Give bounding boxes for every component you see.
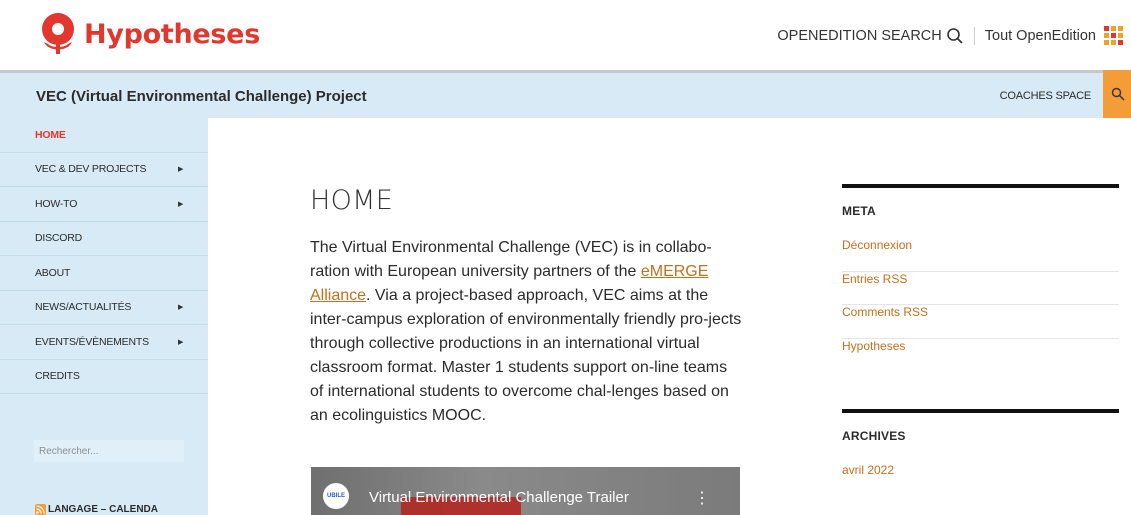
archives-widget: ARCHIVES avril 2022 [842, 409, 1119, 497]
submenu-arrow-icon: ▶ [178, 304, 184, 312]
meta-widget: META Déconnexion Entries RSS Comments RS… [842, 184, 1119, 372]
search-icon [1111, 87, 1125, 101]
comments-rss-link[interactable]: Comments RSS [842, 305, 1119, 339]
entries-rss-link[interactable]: Entries RSS [842, 272, 1119, 305]
sidebar-item-label: DISCORD [35, 232, 83, 245]
top-bar: Hypotheses OPENEDITION SEARCH Tout OpenE… [0, 0, 1131, 70]
main-content: HOME The Virtual Environmental Challenge… [310, 185, 750, 428]
submenu-arrow-icon: ▶ [178, 338, 184, 346]
video-embed[interactable]: UBILE Virtual Environmental Challenge Tr… [311, 467, 740, 515]
hypotheses-logo[interactable]: Hypotheses [38, 12, 260, 56]
logo-wordmark: Hypotheses [84, 18, 260, 50]
sidebar-item-news[interactable]: NEWS/ACTUALITÉS ▶ [0, 291, 208, 325]
sidebar-item-credits[interactable]: CREDITS [0, 360, 208, 394]
rss-icon [35, 504, 46, 515]
sidebar-search-input[interactable]: Rechercher... [34, 440, 184, 462]
tout-openedition-menu[interactable]: Tout OpenEdition [975, 26, 1123, 45]
logout-link[interactable]: Déconnexion [842, 238, 1119, 272]
openedition-search-link[interactable]: OPENEDITION SEARCH [777, 26, 975, 45]
widget-divider [842, 184, 1119, 188]
sidebar-item-label: EVENTS/ÉVÈNEMENTS [35, 335, 149, 348]
sidebar-item-how-to[interactable]: HOW-TO ▶ [0, 187, 208, 222]
sidebar-item-label: CREDITS [35, 370, 80, 383]
sidebar-item-label: VEC & DEV PROJECTS [35, 163, 147, 176]
meta-heading: META [842, 204, 876, 218]
submenu-arrow-icon: ▶ [178, 166, 184, 174]
sidebar-item-label: HOW-TO [35, 197, 78, 210]
archive-month-link[interactable]: avril 2022 [842, 463, 1119, 497]
calenda-feed-link[interactable]: LANGAGE – CALENDA [35, 504, 158, 515]
sidebar-item-label: ABOUT [35, 266, 71, 279]
site-title[interactable]: VEC (Virtual Environmental Challenge) Pr… [36, 88, 367, 105]
more-options-icon[interactable]: ⋮ [694, 488, 710, 508]
intro-paragraph: The Virtual Environmental Challenge (VEC… [310, 236, 742, 428]
archives-heading: ARCHIVES [842, 429, 906, 443]
hypotheses-link[interactable]: Hypotheses [842, 339, 1119, 373]
sidebar: HOME VEC & DEV PROJECTS ▶ HOW-TO ▶ DISCORD… [0, 118, 208, 515]
submenu-arrow-icon: ▶ [178, 200, 184, 208]
sidebar-item-about[interactable]: ABOUT [0, 256, 208, 291]
sidebar-item-home[interactable]: HOME [0, 118, 208, 153]
coaches-space-link[interactable]: COACHES SPACE [1000, 90, 1092, 102]
openedition-search-label: OPENEDITION SEARCH [777, 27, 942, 44]
sidebar-item-discord[interactable]: DISCORD [0, 222, 208, 256]
page-title: HOME [310, 185, 394, 216]
tout-openedition-label: Tout OpenEdition [984, 27, 1096, 44]
channel-avatar[interactable]: UBILE [323, 483, 349, 509]
video-title[interactable]: Virtual Environmental Challenge Trailer [369, 489, 629, 506]
sidebar-item-vec-dev-projects[interactable]: VEC & DEV PROJECTS ▶ [0, 153, 208, 187]
sidebar-item-label: NEWS/ACTUALITÉS [35, 301, 132, 314]
apps-grid-icon [1104, 26, 1123, 45]
hypotheses-logo-icon [38, 12, 78, 56]
site-search-button[interactable] [1103, 70, 1131, 118]
sidebar-menu: HOME VEC & DEV PROJECTS ▶ HOW-TO ▶ DISCORD… [0, 118, 208, 394]
site-header: VEC (Virtual Environmental Challenge) Pr… [0, 70, 1131, 118]
sidebar-item-label: HOME [35, 128, 66, 141]
calenda-feed-label: LANGAGE – CALENDA [48, 504, 159, 515]
intro-text: . Via a project-based approach, VEC aims… [310, 287, 742, 424]
search-icon [946, 27, 963, 44]
widget-divider [842, 409, 1119, 413]
sidebar-item-events[interactable]: EVENTS/ÉVÈNEMENTS ▶ [0, 325, 208, 360]
